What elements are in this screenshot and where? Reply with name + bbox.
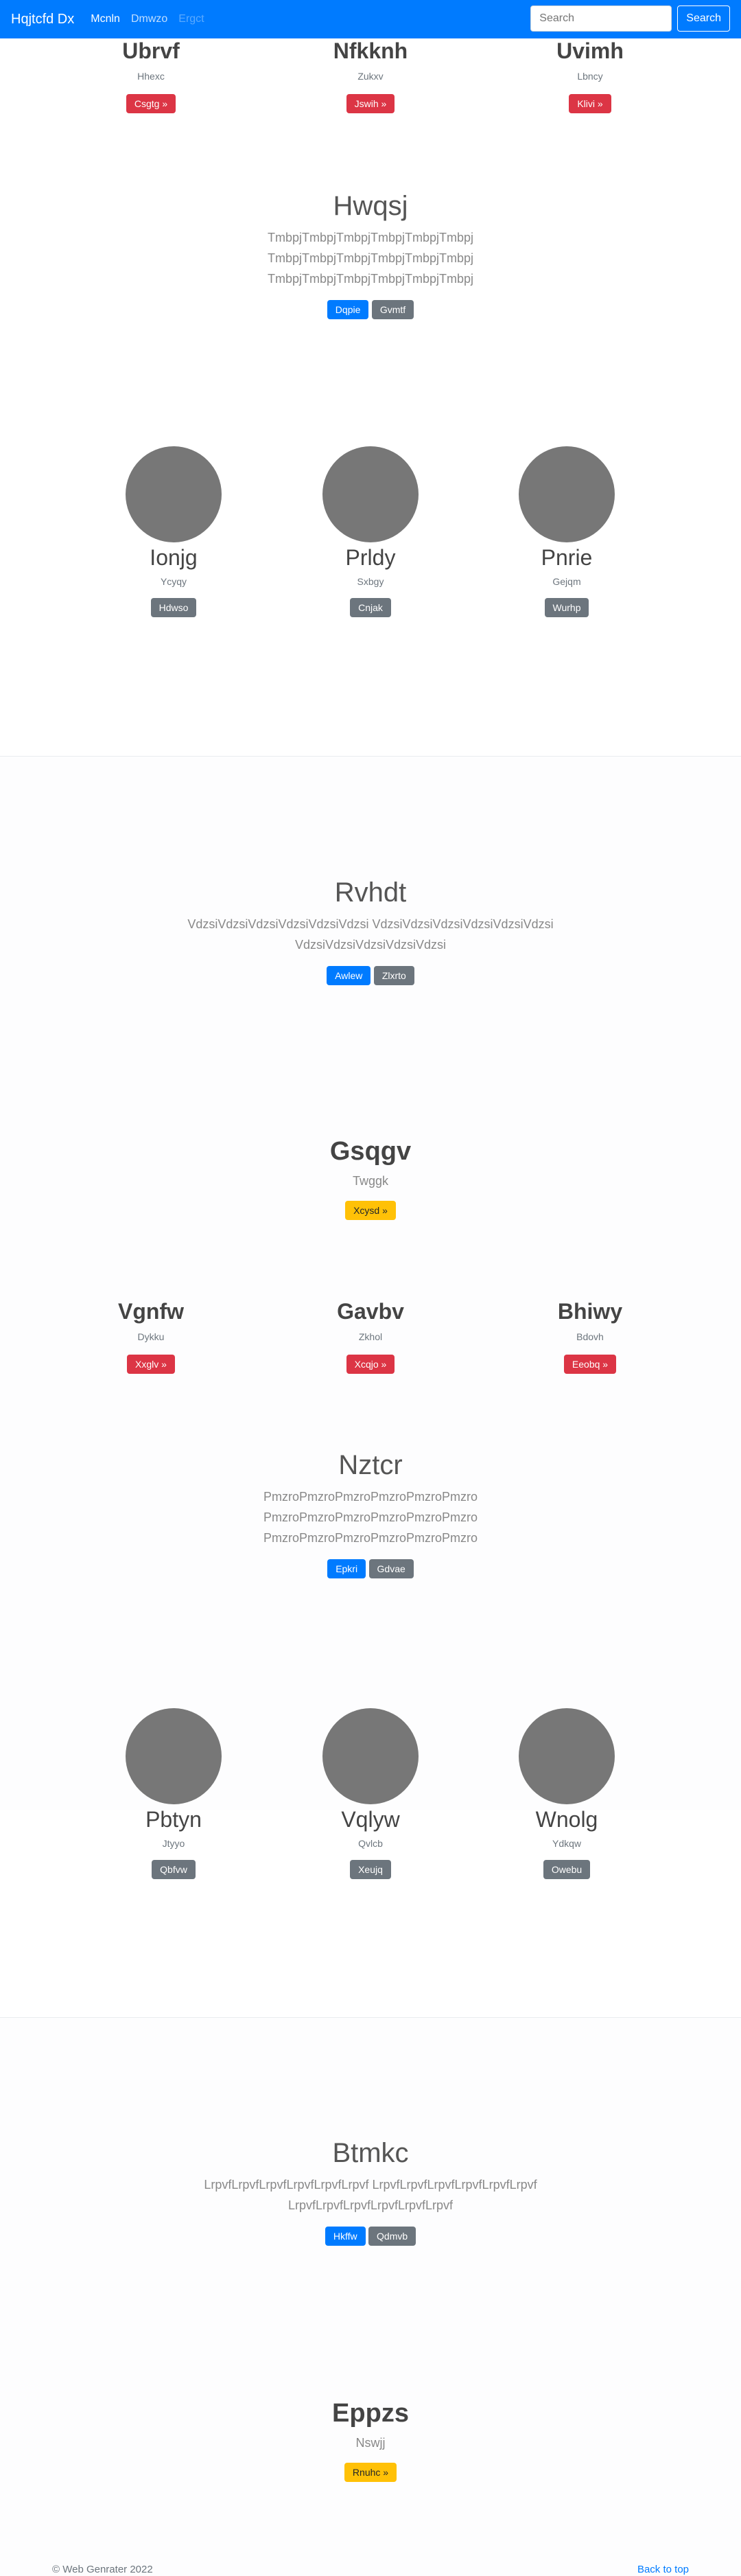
search-form: Search	[530, 5, 730, 32]
back-to-top-link[interactable]: Back to top	[637, 2564, 689, 2575]
feature-subtitle: Dykku	[137, 1331, 165, 1342]
feature-title: Bhiwy	[557, 1299, 623, 1324]
feature-col-2: Gavbv Zkhol Xcqjo »	[247, 1299, 494, 1374]
nav-link-2[interactable]: Dmwzo	[131, 13, 167, 25]
feature-title: Uvimh	[556, 38, 624, 63]
feature-button[interactable]: Jswih »	[346, 94, 395, 113]
profile-button[interactable]: Qbfvw	[152, 1860, 196, 1879]
jumbotron-band	[0, 2018, 741, 2576]
jumbotron-text-line: LrpvfLrpvfLrpvfLrpvfLrpvfLrpvf	[287, 2198, 454, 2212]
hero-primary-button[interactable]: Epkri	[327, 1559, 366, 1578]
search-button[interactable]: Search	[677, 5, 730, 32]
profile-button[interactable]: Cnjak	[350, 598, 391, 617]
hero-text-line: PmzroPmzroPmzroPmzroPmzroPmzro	[263, 1510, 478, 1524]
nav-link-3[interactable]: Ergct	[178, 13, 204, 25]
feature-col-3: Uvimh Lbncy Klivi »	[467, 38, 714, 113]
jumbotron-text-line: LrpvfLrpvfLrpvfLrpvfLrpvfLrpvf LrpvfLrpv…	[204, 2178, 537, 2192]
cta-section: Gsqgv Twggk Xcysd »	[0, 1137, 741, 1220]
jumbotron: Btmkc LrpvfLrpvfLrpvfLrpvfLrpvfLrpvf Lrp…	[0, 2138, 741, 2246]
profile-button[interactable]: Owebu	[543, 1860, 591, 1879]
feature-subtitle: Bdovh	[576, 1331, 604, 1342]
hero-text-line: TmbpjTmbpjTmbpjTmbpjTmbpjTmbpj	[267, 251, 474, 265]
cta-subtitle: Nswjj	[355, 2436, 386, 2450]
avatar	[322, 1708, 419, 1804]
profile-subtitle: Gejqm	[552, 576, 581, 587]
avatar	[126, 1708, 222, 1804]
profile-subtitle: Ydkqw	[552, 1838, 582, 1849]
feature-button[interactable]: Eeobq »	[563, 1355, 617, 1374]
feature-button[interactable]: Xcqjo »	[346, 1355, 395, 1374]
hero-secondary-button[interactable]: Gvmtf	[371, 300, 414, 319]
hero-title: Nztcr	[338, 1450, 403, 1480]
jumbotron-title: Rvhdt	[334, 877, 407, 908]
feature-col-3: Bhiwy Bdovh Eeobq »	[467, 1299, 714, 1374]
profile-col-3: Wnolg Ydkqw Owebu	[443, 1708, 690, 1879]
jumbotron-text-line: VdzsiVdzsiVdzsiVdzsiVdzsiVdzsi VdzsiVdzs…	[187, 917, 554, 931]
cta-button[interactable]: Xcysd »	[345, 1201, 396, 1220]
feature-button[interactable]: Xxglv »	[127, 1355, 175, 1374]
feature-subtitle: Lbncy	[577, 71, 603, 82]
profile-button[interactable]: Xeujq	[350, 1860, 391, 1879]
cta-button[interactable]: Rnuhc »	[344, 2463, 397, 2482]
hero-secondary-button[interactable]: Gdvae	[368, 1559, 414, 1578]
feature-title: Ubrvf	[122, 38, 180, 63]
feature-subtitle: Zukxv	[357, 71, 384, 82]
profile-button[interactable]: Hdwso	[150, 598, 197, 617]
jumbotron-secondary-button[interactable]: Qdmvb	[368, 2227, 416, 2246]
hero-text-line: TmbpjTmbpjTmbpjTmbpjTmbpjTmbpj	[267, 231, 474, 244]
cta-title: Eppzs	[332, 2399, 409, 2428]
profile-name: Pnrie	[541, 545, 593, 570]
hero-title: Hwqsj	[333, 191, 408, 221]
hero-text-line: TmbpjTmbpjTmbpjTmbpjTmbpjTmbpj	[267, 272, 474, 286]
feature-col-1: Vgnfw Dykku Xxglv »	[27, 1299, 274, 1374]
cta-section: Eppzs Nswjj Rnuhc »	[0, 2399, 741, 2482]
avatar	[519, 1708, 615, 1804]
cta-title: Gsqgv	[329, 1137, 412, 1166]
feature-col-1: Ubrvf Hhexc Csgtg »	[27, 38, 274, 113]
profile-col-3: Pnrie Gejqm Wurhp	[443, 446, 690, 617]
hero-section: Nztcr PmzroPmzroPmzroPmzroPmzroPmzro Pmz…	[0, 1450, 741, 1578]
jumbotron-text-line: VdzsiVdzsiVdzsiVdzsiVdzsi	[294, 938, 447, 952]
navbar: Hqjtcfd Dx Mcnln Dmwzo Ergct Search	[0, 0, 741, 38]
feature-button[interactable]: Csgtg »	[126, 94, 176, 113]
avatar	[322, 446, 419, 542]
profile-button[interactable]: Wurhp	[544, 598, 589, 617]
feature-title: Nfkknh	[333, 38, 408, 63]
navbar-brand[interactable]: Hqjtcfd Dx	[11, 12, 74, 27]
feature-title: Vgnfw	[118, 1299, 184, 1324]
nav-link-1[interactable]: Mcnln	[91, 13, 120, 25]
jumbotron-primary-button[interactable]: Awlew	[327, 966, 371, 985]
feature-subtitle: Zkhol	[358, 1331, 383, 1342]
hero-primary-button[interactable]: Dqpie	[327, 300, 369, 319]
profile-name: Wnolg	[535, 1807, 598, 1832]
hero-text-line: PmzroPmzroPmzroPmzroPmzroPmzro	[263, 1490, 478, 1504]
cta-subtitle: Twggk	[352, 1174, 389, 1188]
feature-button[interactable]: Klivi »	[569, 94, 611, 113]
jumbotron: Rvhdt VdzsiVdzsiVdzsiVdzsiVdzsiVdzsi Vdz…	[0, 877, 741, 985]
footer-copyright: © Web Genrater 2022	[52, 2564, 153, 2575]
hero-section: Hwqsj TmbpjTmbpjTmbpjTmbpjTmbpjTmbpj Tmb…	[0, 191, 741, 319]
jumbotron-title: Btmkc	[332, 2138, 409, 2168]
feature-title: Gavbv	[337, 1299, 404, 1324]
avatar	[126, 446, 222, 542]
avatar	[519, 446, 615, 542]
jumbotron-secondary-button[interactable]: Zlxrto	[373, 966, 414, 985]
jumbotron-primary-button[interactable]: Hkffw	[325, 2227, 366, 2246]
feature-subtitle: Hhexc	[137, 71, 165, 82]
hero-text-line: PmzroPmzroPmzroPmzroPmzroPmzro	[263, 1531, 478, 1545]
search-input[interactable]	[530, 5, 672, 32]
feature-col-2: Nfkknh Zukxv Jswih »	[247, 38, 494, 113]
